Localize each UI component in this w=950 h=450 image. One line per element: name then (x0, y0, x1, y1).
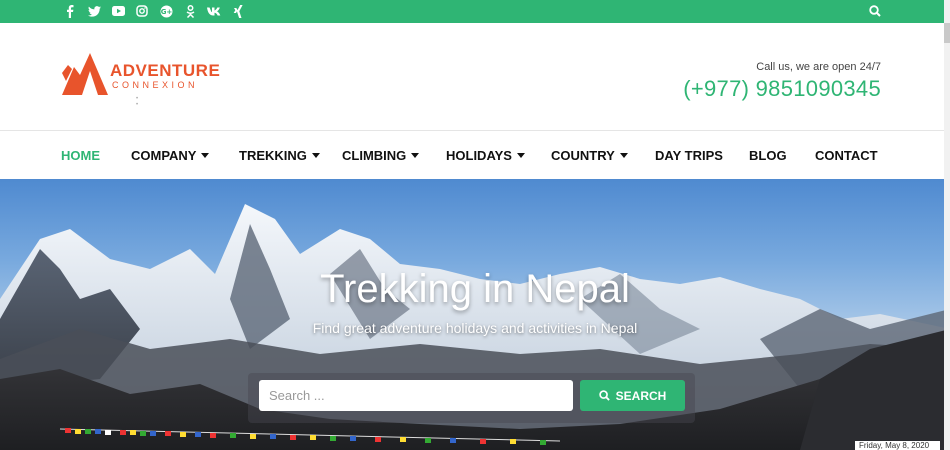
nav-item-climbing[interactable]: CLIMBING (342, 148, 420, 163)
nav-item-country[interactable]: COUNTRY (551, 148, 628, 163)
date-stamp: Friday, May 8, 2020 (855, 441, 940, 450)
caret-down-icon (619, 153, 628, 158)
page-scrollbar[interactable] (944, 0, 950, 450)
nav-item-label: COMPANY (131, 148, 197, 163)
call-us-text: Call us, we are open 24/7 (756, 61, 881, 73)
logo-subtitle: CONNEXION (112, 80, 199, 90)
twitter-icon[interactable] (82, 3, 106, 19)
logo-dots: • • (136, 96, 177, 108)
instagram-icon[interactable] (130, 3, 154, 19)
nav-item-trekking[interactable]: TREKKING (239, 148, 320, 163)
scrollbar-thumb[interactable] (944, 23, 950, 43)
search-button[interactable]: SEARCH (580, 380, 685, 411)
main-navigation: HOME COMPANY TREKKING CLIMBING HOLIDAYS … (0, 131, 950, 179)
nav-item-holidays[interactable]: HOLIDAYS (446, 148, 525, 163)
nav-item-label: COUNTRY (551, 148, 615, 163)
svg-text:G+: G+ (160, 8, 172, 16)
search-icon[interactable] (866, 3, 884, 19)
nav-item-label: BLOG (749, 148, 787, 163)
logo-wordmark: ADVENTURE (110, 61, 221, 80)
site-header: ADVENTURE CONNEXION • • Call us, we are … (0, 23, 950, 131)
nav-item-blog[interactable]: BLOG (749, 148, 787, 163)
search-icon (598, 390, 610, 401)
nav-item-company[interactable]: COMPANY (131, 148, 210, 163)
social-links: G+ (58, 3, 250, 19)
hero-title: Trekking in Nepal (320, 267, 630, 311)
search-button-label: SEARCH (615, 388, 667, 403)
nav-item-contact[interactable]: CONTACT (815, 148, 878, 163)
nav-item-label: DAY TRIPS (655, 148, 723, 163)
facebook-icon[interactable] (58, 3, 82, 19)
top-social-bar: G+ (0, 0, 950, 23)
caret-down-icon (201, 153, 210, 158)
nav-item-label: CLIMBING (342, 148, 407, 163)
nav-item-label: CONTACT (815, 148, 878, 163)
caret-down-icon (516, 153, 525, 158)
phone-number[interactable]: (+977) 9851090345 (683, 76, 881, 102)
hero-banner: Trekking in Nepal Find great adventure h… (0, 179, 950, 450)
youtube-icon[interactable] (106, 3, 130, 19)
hero-search-box: SEARCH (248, 373, 695, 423)
caret-down-icon (411, 153, 420, 158)
odnoklassniki-icon[interactable] (178, 3, 202, 19)
nav-item-label: TREKKING (239, 148, 307, 163)
nav-item-day-trips[interactable]: DAY TRIPS (655, 148, 723, 163)
nav-item-label: HOME (61, 148, 100, 163)
hero-subtitle: Find great adventure holidays and activi… (312, 320, 638, 336)
site-logo[interactable]: ADVENTURE CONNEXION • • (60, 51, 230, 123)
logo-mountain-icon (62, 53, 108, 95)
nav-item-label: HOLIDAYS (446, 148, 512, 163)
search-input[interactable] (259, 380, 573, 411)
nav-item-home[interactable]: HOME (61, 148, 100, 163)
googleplus-icon[interactable]: G+ (154, 3, 178, 19)
vk-icon[interactable] (202, 3, 226, 19)
caret-down-icon (311, 153, 320, 158)
xing-icon[interactable] (226, 3, 250, 19)
